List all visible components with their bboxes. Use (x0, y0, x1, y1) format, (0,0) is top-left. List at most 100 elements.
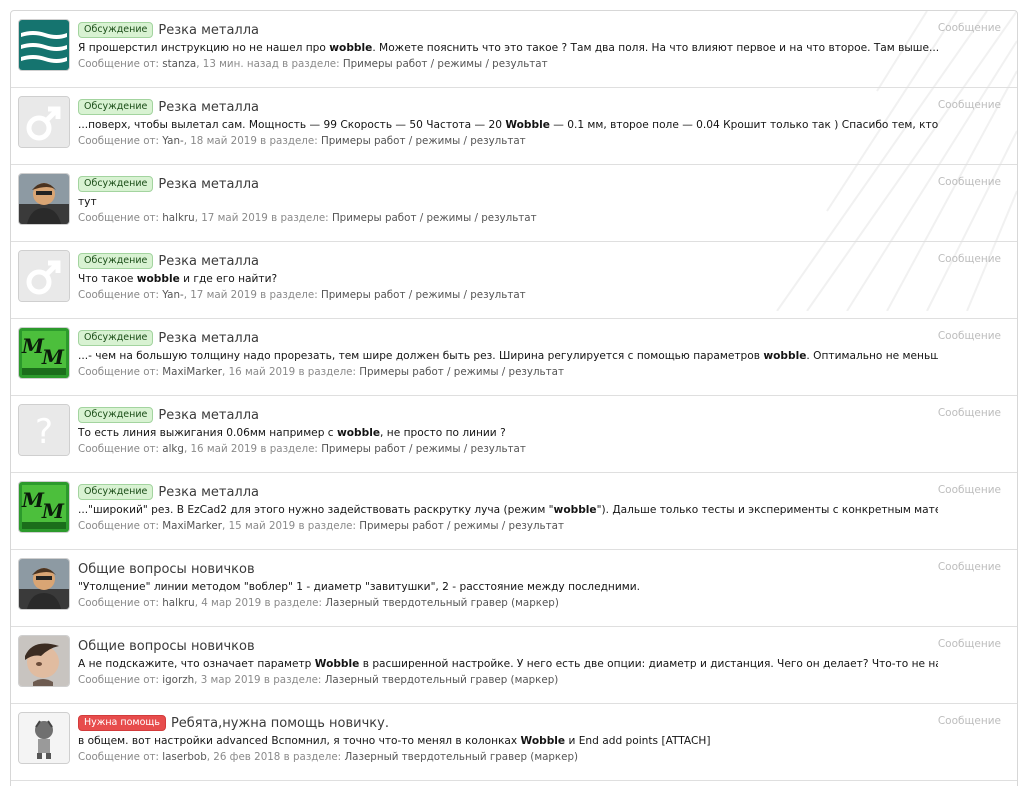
thread-title-link[interactable]: Резка металла (158, 485, 259, 500)
snippet-highlight: wobble (336, 427, 381, 439)
user-avatar[interactable] (18, 19, 70, 71)
forum-link[interactable]: Лазерный твердотельный гравер (маркер) (325, 597, 559, 609)
snippet-text: "Утолщение" линии методом "воблер" 1 - д… (78, 581, 640, 593)
snippet-text: ...- чем на большую толщину надо прореза… (78, 350, 764, 362)
result-snippet[interactable]: Что такое wobble и где его найти? (78, 273, 938, 285)
forum-link[interactable]: Примеры работ / режимы / результат (332, 212, 537, 224)
thread-title-link[interactable]: Ребята,нужна помощь новичку. (171, 716, 389, 731)
forum-link[interactable]: Примеры работ / режимы / результат (321, 443, 526, 455)
post-date: 3 мар 2019 (200, 674, 261, 686)
post-date: 13 мин. назад (202, 58, 279, 70)
result-snippet[interactable]: ...поверх, чтобы вылетал сам. Мощность —… (78, 119, 938, 131)
forum-link[interactable]: Лазерный твердотельный гравер (маркер) (344, 751, 578, 763)
result-meta: Сообщение от: Yan-, 18 май 2019 в раздел… (78, 135, 526, 147)
user-avatar[interactable] (18, 173, 70, 225)
snippet-text: и где его найти? (179, 273, 278, 285)
forum-link[interactable]: Примеры работ / режимы / результат (359, 520, 564, 532)
snippet-text: в расширенной настройке. У него есть две… (359, 658, 938, 670)
user-avatar[interactable] (18, 712, 70, 764)
thread-prefix-badge[interactable]: Обсуждение (78, 176, 154, 192)
result-snippet[interactable]: А не подскажите, что означает параметр W… (78, 658, 938, 670)
thread-title-link[interactable]: Резка металла (158, 100, 259, 115)
thread-title-link[interactable]: Общие вопросы новичков (78, 639, 255, 654)
meta-section-label: в разделе: (271, 212, 329, 224)
thread-title-link[interactable]: Резка металла (158, 177, 259, 192)
forum-link[interactable]: Примеры работ / режимы / результат (321, 289, 526, 301)
user-avatar[interactable] (18, 96, 70, 148)
snippet-text: Я прошерстил инструкцию но не нашел про (78, 42, 330, 54)
author-link[interactable]: MaxiMarker (162, 520, 222, 532)
meta-section-label: в разделе: (282, 58, 340, 70)
forum-link[interactable]: Примеры работ / режимы / результат (343, 58, 548, 70)
thread-prefix-badge[interactable]: Обсуждение (78, 407, 154, 423)
author-link[interactable]: Yan- (162, 135, 183, 147)
snippet-text: . Оптимально не меньше 0,1 мм. (806, 350, 938, 362)
thread-title-link[interactable]: Резка металла (158, 331, 259, 346)
search-result: Обсуждение Резка металла тут Сообщение от… (11, 165, 1017, 242)
thread-prefix-badge[interactable]: Обсуждение (78, 99, 154, 115)
result-snippet[interactable]: Я прошерстил инструкцию но не нашел про … (78, 42, 938, 54)
user-avatar[interactable] (18, 558, 70, 610)
content-type-label: Сообщение (937, 484, 1001, 496)
result-meta: Сообщение от: MaxiMarker, 15 май 2019 в … (78, 520, 564, 532)
meta-section-label: в разделе: (283, 751, 342, 763)
snippet-highlight: wobble (136, 273, 180, 285)
thread-prefix-badge[interactable]: Обсуждение (78, 253, 154, 269)
snippet-text: в общем. вот настройки advanced Вспомнил… (78, 735, 521, 747)
thread-title-link[interactable]: Резка металла (158, 408, 259, 423)
user-avatar[interactable]: ? (18, 404, 70, 456)
author-link[interactable]: MaxiMarker (162, 366, 222, 378)
author-link[interactable]: stanza (162, 58, 196, 70)
result-snippet[interactable]: "Утолщение" линии методом "воблер" 1 - д… (78, 581, 938, 593)
post-date: 17 май 2019 (201, 212, 268, 224)
search-result: Обсуждение Резка металла ...поверх, чтобы… (11, 88, 1017, 165)
meta-from-label: Сообщение от: (78, 597, 159, 609)
thread-prefix-badge[interactable]: Обсуждение (78, 484, 154, 500)
thread-prefix-badge[interactable]: Обсуждение (78, 22, 154, 38)
meta-section-label: в разделе: (264, 597, 322, 609)
result-heading: Обсуждение Резка металла (78, 329, 259, 347)
meta-section-label: в разделе: (260, 443, 318, 455)
forum-link[interactable]: Примеры работ / режимы / результат (359, 366, 564, 378)
meta-from-label: Сообщение от: (78, 289, 159, 301)
result-snippet[interactable]: То есть линия выжигания 0.06мм например … (78, 427, 938, 439)
result-snippet[interactable]: ..."широкий" рез. В EzCad2 для этого нуж… (78, 504, 938, 516)
user-avatar[interactable]: MM (18, 481, 70, 533)
snippet-highlight: Wobble (314, 658, 360, 670)
forum-link[interactable]: Примеры работ / режимы / результат (321, 135, 526, 147)
search-result: Нужна помощь Ребята,нужна помощь новичку.… (11, 704, 1017, 781)
user-avatar[interactable]: MM (18, 327, 70, 379)
result-snippet[interactable]: в общем. вот настройки advanced Вспомнил… (78, 735, 938, 747)
meta-from-label: Сообщение от: (78, 58, 159, 70)
result-snippet[interactable]: ...- чем на большую толщину надо прореза… (78, 350, 938, 362)
snippet-highlight: Wobble (520, 735, 566, 747)
snippet-text: А не подскажите, что означает параметр (78, 658, 315, 670)
search-results-panel: Обсуждение Резка металла Я прошерстил инс… (10, 10, 1018, 786)
content-type-label: Сообщение (937, 638, 1001, 650)
thread-title-link[interactable]: Резка металла (158, 23, 259, 38)
author-link[interactable]: halkru (162, 597, 194, 609)
user-avatar[interactable] (18, 635, 70, 687)
snippet-text: ..."широкий" рез. В EzCad2 для этого нуж… (78, 504, 554, 516)
search-result: MM Обсуждение Резка металла ..."широкий" … (11, 473, 1017, 550)
author-link[interactable]: alkg (162, 443, 184, 455)
result-meta: Сообщение от: alkg, 16 май 2019 в раздел… (78, 443, 526, 455)
forum-link[interactable]: Лазерный твердотельный гравер (маркер) (325, 674, 559, 686)
thread-prefix-badge[interactable]: Обсуждение (78, 330, 154, 346)
result-heading: Обсуждение Резка металла (78, 406, 259, 424)
meta-section-label: в разделе: (263, 674, 322, 686)
thread-title-link[interactable]: Общие вопросы новичков (78, 562, 255, 577)
snippet-highlight: wobble (763, 350, 807, 362)
author-link[interactable]: Yan- (162, 289, 183, 301)
author-link[interactable]: halkru (162, 212, 194, 224)
thread-prefix-badge[interactable]: Нужна помощь (78, 715, 166, 731)
result-snippet[interactable]: тут (78, 196, 938, 208)
result-meta: Сообщение от: halkru, 4 мар 2019 в разде… (78, 597, 559, 609)
meta-from-label: Сообщение от: (78, 751, 159, 763)
author-link[interactable]: laserbob (162, 751, 206, 763)
thread-title-link[interactable]: Резка металла (158, 254, 259, 269)
user-avatar[interactable] (18, 250, 70, 302)
search-result: Обсуждение Резка металла Я прошерстил инс… (11, 11, 1017, 88)
author-link[interactable]: igorzh (162, 674, 194, 686)
result-meta: Сообщение от: MaxiMarker, 16 май 2019 в … (78, 366, 564, 378)
